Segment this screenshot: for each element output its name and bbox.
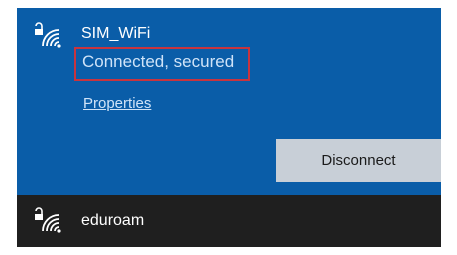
network-list-item[interactable]: eduroam (17, 195, 441, 247)
network-name: SIM_WiFi (81, 25, 151, 42)
wifi-secured-icon (34, 207, 62, 235)
disconnect-button[interactable]: Disconnect (276, 139, 441, 182)
network-name: eduroam (81, 212, 145, 229)
active-network-card[interactable]: SIM_WiFi Connected, secured Properties D… (17, 8, 441, 195)
connection-status: Connected, secured (74, 47, 250, 81)
properties-link[interactable]: Properties (83, 95, 151, 112)
wifi-secured-icon (34, 22, 62, 50)
wifi-flyout: SIM_WiFi Connected, secured Properties D… (17, 8, 441, 247)
